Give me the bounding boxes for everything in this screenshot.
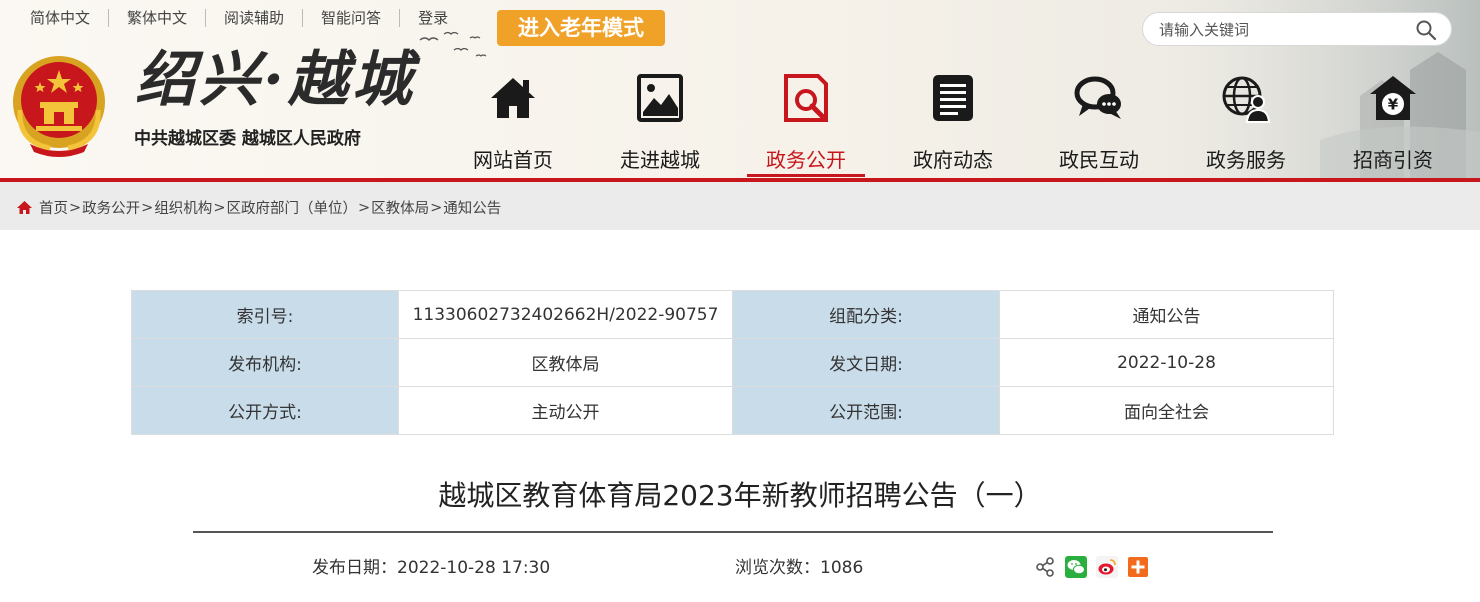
category-label: 组配分类: [732,290,1000,339]
nav-item-about[interactable]: 走进越城 [587,72,733,178]
scope-value: 面向全社会 [999,386,1334,435]
home-icon [17,201,32,214]
nav-label: 政府动态 [913,148,993,172]
chat-icon [1074,76,1121,119]
breadcrumb-link-org[interactable]: 组织机构 [154,197,212,218]
org-value: 区教体局 [398,338,733,387]
main-nav: 网站首页 走进越城 政务公开 政府动态 政民互动 政务服务 ¥ 招商引资 [440,72,1480,178]
share-icon[interactable] [1034,556,1056,578]
nav-label: 走进越城 [620,148,700,172]
nav-item-services[interactable]: 政务服务 [1173,72,1319,178]
index-value: 11330602732402662H/2022-90757 [398,290,733,339]
document-search-icon [784,74,828,122]
nav-item-news[interactable]: 政府动态 [880,72,1026,178]
index-label: 索引号: [131,290,399,339]
nav-active-underline [747,174,865,177]
birds-decoration [419,31,487,57]
link-reading-aid[interactable]: 阅读辅助 [205,9,302,27]
scope-label: 公开范围: [732,386,1000,435]
breadcrumb-link-notices[interactable]: 通知公告 [443,197,501,218]
site-subtitle: 中共越城区委 越城区人民政府 [134,129,361,149]
weibo-icon[interactable] [1096,556,1118,578]
nav-label: 政民互动 [1059,148,1139,172]
nav-item-open-gov[interactable]: 政务公开 [733,72,879,178]
table-row: 公开方式: 主动公开 公开范围: 面向全社会 [131,386,1334,435]
breadcrumb: 首页 > 政务公开 > 组织机构 > 区政府部门（单位） > 区教体局 > 通知… [16,197,501,218]
nav-item-investment[interactable]: ¥ 招商引资 [1320,72,1466,178]
nav-item-home[interactable]: 网站首页 [440,72,586,178]
method-label: 公开方式: [131,386,399,435]
home-icon [491,78,535,118]
breadcrumb-link-open-gov[interactable]: 政务公开 [82,197,140,218]
yen-house-icon: ¥ [1370,76,1416,120]
date-value: 2022-10-28 [999,338,1334,387]
method-value: 主动公开 [398,386,733,435]
nav-label: 政务服务 [1206,148,1286,172]
table-row: 发布机构: 区教体局 发文日期: 2022-10-28 [131,338,1334,387]
elder-mode-button[interactable]: 进入老年模式 [497,10,665,46]
share-bar [1034,556,1158,578]
link-login[interactable]: 登录 [399,9,466,27]
link-traditional-chinese[interactable]: 繁体中文 [108,9,205,27]
document-info-table: 索引号: 11330602732402662H/2022-90757 组配分类:… [131,290,1334,435]
title-divider [193,531,1273,533]
nav-label: 政务公开 [766,148,846,172]
date-label: 发文日期: [732,338,1000,387]
search-box [1142,12,1452,46]
link-simplified-chinese[interactable]: 简体中文 [12,9,108,27]
publish-date: 发布日期：2022-10-28 17:30 [312,558,551,578]
link-smart-qa[interactable]: 智能问答 [302,9,399,27]
picture-icon [637,74,683,122]
wechat-icon[interactable] [1065,556,1087,578]
nav-label: 招商引资 [1353,148,1433,172]
more-share-plus-icon[interactable] [1127,556,1149,578]
news-icon [933,75,973,121]
article-title: 越城区教育体育局2023年新教师招聘公告（一） [438,479,1042,512]
national-emblem-icon [13,56,105,157]
top-utility-bar: 简体中文 繁体中文 阅读辅助 智能问答 登录 [12,6,466,30]
site-header: 简体中文 繁体中文 阅读辅助 智能问答 登录 进入老年模式 绍兴·越城 [0,0,1480,178]
globe-user-icon [1222,76,1271,123]
breadcrumb-bar: 首页 > 政务公开 > 组织机构 > 区政府部门（单位） > 区教体局 > 通知… [0,182,1480,230]
org-label: 发布机构: [131,338,399,387]
nav-label: 网站首页 [473,148,553,172]
nav-item-interaction[interactable]: 政民互动 [1026,72,1172,178]
breadcrumb-link-departments[interactable]: 区政府部门（单位） [226,197,357,218]
view-count: 浏览次数：1086 [735,558,864,578]
site-calligraphy-logo: 绍兴·越城 [135,45,416,115]
breadcrumb-link-bureau[interactable]: 区教体局 [371,197,429,218]
breadcrumb-link-home[interactable]: 首页 [39,197,68,218]
svg-text:¥: ¥ [1388,96,1399,114]
table-row: 索引号: 11330602732402662H/2022-90757 组配分类:… [131,290,1334,339]
category-value: 通知公告 [999,290,1334,339]
search-input[interactable] [1159,19,1409,41]
search-icon[interactable] [1415,19,1437,41]
